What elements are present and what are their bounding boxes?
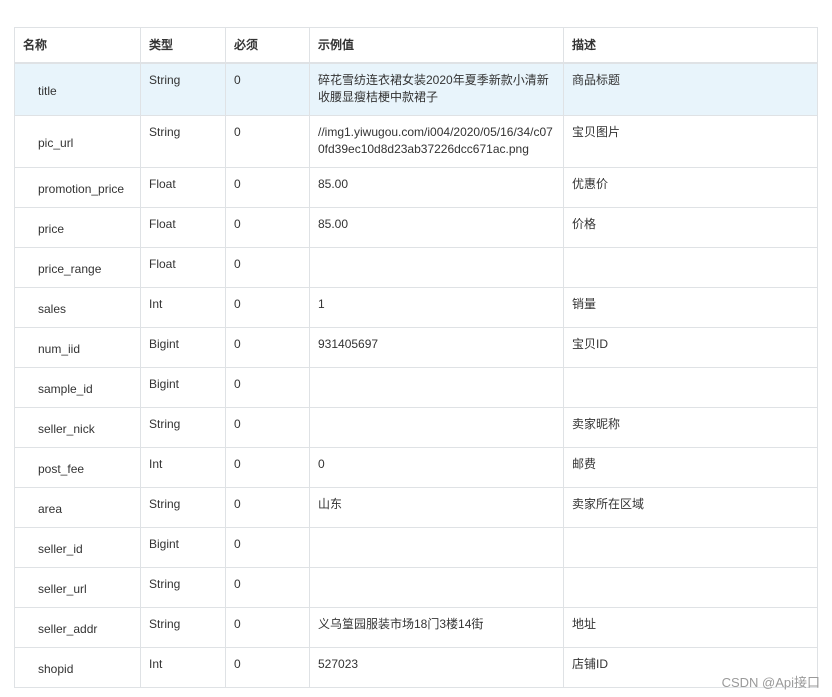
- field-description: 销量: [563, 286, 818, 328]
- table-row: seller_nick String 0 卖家昵称: [14, 406, 818, 448]
- field-name: post_fee: [14, 446, 141, 488]
- field-name: title: [14, 62, 141, 116]
- field-name: seller_id: [14, 526, 141, 568]
- field-required: 0: [225, 566, 310, 608]
- field-description: 卖家昵称: [563, 406, 818, 448]
- field-name: seller_nick: [14, 406, 141, 448]
- table-row: pic_url String 0 //img1.yiwugou.com/i004…: [14, 114, 818, 168]
- field-type: Float: [140, 206, 226, 248]
- field-name: sales: [14, 286, 141, 328]
- field-name: num_iid: [14, 326, 141, 368]
- table-row: sample_id Bigint 0: [14, 366, 818, 408]
- field-required: 0: [225, 286, 310, 328]
- table-row: promotion_price Float 0 85.00 优惠价: [14, 166, 818, 208]
- field-type: Float: [140, 166, 226, 208]
- table-row: shopid Int 0 527023 店铺ID: [14, 646, 818, 688]
- field-example: //img1.yiwugou.com/i004/2020/05/16/34/c0…: [309, 114, 564, 168]
- header-description: 描述: [563, 27, 818, 64]
- header-required: 必须: [225, 27, 310, 64]
- field-name: shopid: [14, 646, 141, 688]
- field-required: 0: [225, 646, 310, 688]
- table-header-row: 名称 类型 必须 示例值 描述: [14, 27, 818, 64]
- field-type: Bigint: [140, 366, 226, 408]
- field-example: [309, 566, 564, 608]
- field-type: String: [140, 114, 226, 168]
- field-name: price_range: [14, 246, 141, 288]
- field-example: 碎花雪纺连衣裙女装2020年夏季新款小清新收腰显瘦桔梗中款裙子: [309, 62, 564, 116]
- field-description: 宝贝ID: [563, 326, 818, 368]
- field-description: 商品标题: [563, 62, 818, 116]
- table-row: price Float 0 85.00 价格: [14, 206, 818, 248]
- field-type: String: [140, 486, 226, 528]
- table-row: area String 0 山东 卖家所在区域: [14, 486, 818, 528]
- field-name: sample_id: [14, 366, 141, 408]
- field-required: 0: [225, 114, 310, 168]
- table-row: sales Int 0 1 销量: [14, 286, 818, 328]
- field-name: pic_url: [14, 114, 141, 168]
- table-row: seller_url String 0: [14, 566, 818, 608]
- field-required: 0: [225, 326, 310, 368]
- field-type: String: [140, 566, 226, 608]
- field-description: [563, 246, 818, 288]
- header-example: 示例值: [309, 27, 564, 64]
- field-example: 85.00: [309, 166, 564, 208]
- field-example: 山东: [309, 486, 564, 528]
- field-description: [563, 566, 818, 608]
- field-required: 0: [225, 406, 310, 448]
- field-name: price: [14, 206, 141, 248]
- table-row: price_range Float 0: [14, 246, 818, 288]
- field-name: seller_addr: [14, 606, 141, 648]
- header-type: 类型: [140, 27, 226, 64]
- field-required: 0: [225, 206, 310, 248]
- field-name: promotion_price: [14, 166, 141, 208]
- field-example: 931405697: [309, 326, 564, 368]
- field-example: 1: [309, 286, 564, 328]
- field-description: 地址: [563, 606, 818, 648]
- field-description: 宝贝图片: [563, 114, 818, 168]
- field-example: [309, 366, 564, 408]
- field-type: Bigint: [140, 326, 226, 368]
- field-type: String: [140, 406, 226, 448]
- field-example: 0: [309, 446, 564, 488]
- field-type: Int: [140, 646, 226, 688]
- table-row: seller_addr String 0 义乌篁园服装市场18门3楼14街 地址: [14, 606, 818, 648]
- field-example: [309, 246, 564, 288]
- field-name: area: [14, 486, 141, 528]
- field-example: 527023: [309, 646, 564, 688]
- field-required: 0: [225, 62, 310, 116]
- field-description: 价格: [563, 206, 818, 248]
- field-required: 0: [225, 526, 310, 568]
- field-description: 优惠价: [563, 166, 818, 208]
- field-required: 0: [225, 366, 310, 408]
- field-type: Int: [140, 446, 226, 488]
- field-required: 0: [225, 166, 310, 208]
- api-params-table: 名称 类型 必须 示例值 描述 title String 0 碎花雪纺连衣裙女装…: [14, 27, 818, 688]
- field-required: 0: [225, 606, 310, 648]
- field-required: 0: [225, 446, 310, 488]
- field-type: Float: [140, 246, 226, 288]
- field-type: String: [140, 606, 226, 648]
- field-example: 85.00: [309, 206, 564, 248]
- table-row: title String 0 碎花雪纺连衣裙女装2020年夏季新款小清新收腰显瘦…: [14, 62, 818, 116]
- field-example: 义乌篁园服装市场18门3楼14街: [309, 606, 564, 648]
- table-row: seller_id Bigint 0: [14, 526, 818, 568]
- field-description: [563, 366, 818, 408]
- page: 名称 类型 必须 示例值 描述 title String 0 碎花雪纺连衣裙女装…: [0, 0, 832, 697]
- field-type: Bigint: [140, 526, 226, 568]
- field-type: String: [140, 62, 226, 116]
- csdn-watermark: CSDN @Api接口: [721, 675, 820, 690]
- field-required: 0: [225, 486, 310, 528]
- field-example: [309, 526, 564, 568]
- field-name: seller_url: [14, 566, 141, 608]
- field-description: 邮费: [563, 446, 818, 488]
- field-description: 卖家所在区域: [563, 486, 818, 528]
- header-name: 名称: [14, 27, 141, 64]
- field-description: [563, 526, 818, 568]
- field-example: [309, 406, 564, 448]
- table-row: num_iid Bigint 0 931405697 宝贝ID: [14, 326, 818, 368]
- field-type: Int: [140, 286, 226, 328]
- field-required: 0: [225, 246, 310, 288]
- table-row: post_fee Int 0 0 邮费: [14, 446, 818, 488]
